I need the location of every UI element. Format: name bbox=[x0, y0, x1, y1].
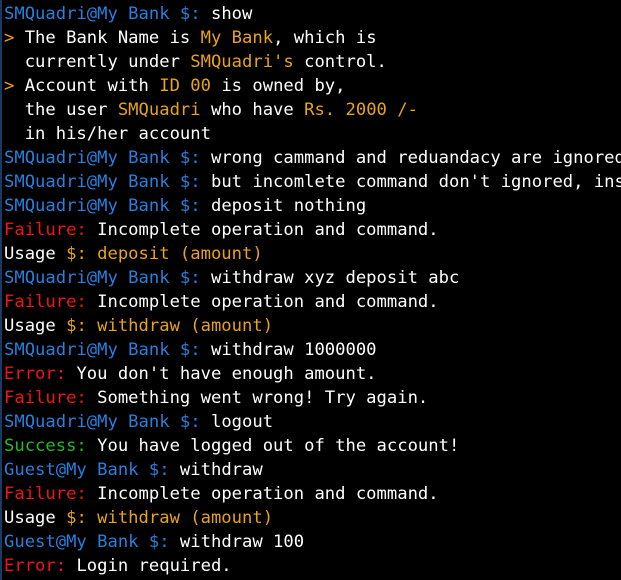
prompt-line-guest-withdraw-segment-0: Guest@My Bank $: bbox=[4, 460, 180, 480]
output-line-account-id-segment-1: Account with bbox=[24, 76, 160, 96]
prompt-line-withdraw-xyz: SMQuadri@My Bank $: withdraw xyz deposit… bbox=[4, 266, 621, 290]
success-line-logout: Success: You have logged out of the acco… bbox=[4, 434, 621, 458]
failure-line-deposit-segment-1: Incomplete operation and command. bbox=[97, 220, 439, 240]
error-line-insufficient-funds-segment-0: Error: bbox=[4, 364, 77, 384]
failure-line-guest-withdraw-segment-1: Incomplete operation and command. bbox=[97, 484, 439, 504]
output-line-account-balance-segment-3: Rs. 2000 /- bbox=[304, 100, 418, 120]
prompt-line-show: SMQuadri@My Bank $: show bbox=[4, 2, 621, 26]
success-line-logout-segment-0: Success: bbox=[4, 436, 98, 456]
failure-line-withdraw-xyz-segment-1: Incomplete operation and command. bbox=[97, 292, 439, 312]
output-line-account-id-segment-3: is owned by, bbox=[210, 76, 346, 96]
usage-line-deposit: Usage $: deposit (amount) bbox=[4, 242, 621, 266]
usage-line-withdraw: Usage $: withdraw (amount) bbox=[4, 314, 621, 338]
output-line-account-suffix-segment-0: in his/her account bbox=[4, 124, 211, 144]
prompt-line-show-segment-0: SMQuadri@My Bank $: bbox=[4, 4, 211, 24]
prompt-line-deposit-nothing-segment-0: SMQuadri@My Bank $: bbox=[4, 196, 211, 216]
output-line-bank-owner-segment-0: currently under bbox=[4, 52, 191, 72]
prompt-line-incomplete-note: SMQuadri@My Bank $: but incomlete comman… bbox=[4, 170, 621, 194]
usage-line-guest-withdraw: Usage $: withdraw (amount) bbox=[4, 506, 621, 530]
error-line-login-required-segment-1: Login required. bbox=[76, 556, 232, 576]
usage-line-deposit-segment-1: $: deposit (amount) bbox=[66, 244, 263, 264]
output-line-bank-owner: currently under SMQuadri's control. bbox=[4, 50, 621, 74]
terminal-window[interactable]: SMQuadri@My Bank $: show > The Bank Name … bbox=[0, 0, 621, 580]
usage-line-withdraw-segment-0: Usage bbox=[4, 316, 67, 336]
prompt-line-withdraw-xyz-segment-0: SMQuadri@My Bank $: bbox=[4, 268, 211, 288]
failure-line-withdraw-large: Failure: Something went wrong! Try again… bbox=[4, 386, 621, 410]
output-line-bank-name-segment-3: , which is bbox=[273, 28, 377, 48]
prompt-line-incomplete-note-segment-0: SMQuadri@My Bank $: bbox=[4, 172, 211, 192]
failure-line-deposit: Failure: Incomplete operation and comman… bbox=[4, 218, 621, 242]
failure-line-withdraw-xyz-segment-0: Failure: bbox=[4, 292, 98, 312]
prompt-line-guest-withdraw-segment-1: withdraw bbox=[179, 460, 263, 480]
success-line-logout-segment-1: You have logged out of the account! bbox=[97, 436, 460, 456]
usage-line-guest-withdraw-segment-1: $: withdraw (amount) bbox=[66, 508, 274, 528]
prompt-line-logout: SMQuadri@My Bank $: logout bbox=[4, 410, 621, 434]
error-line-login-required: Error: Login required. bbox=[4, 554, 621, 578]
prompt-line-wrong-command-segment-0: SMQuadri@My Bank $: bbox=[4, 148, 211, 168]
output-line-bank-name: > The Bank Name is My Bank, which is bbox=[4, 26, 621, 50]
prompt-line-guest-withdraw-100: Guest@My Bank $: withdraw 100 bbox=[4, 530, 621, 554]
output-line-bank-name-segment-0: > bbox=[4, 28, 25, 48]
output-line-account-id-segment-0: > bbox=[4, 76, 25, 96]
error-line-insufficient-funds: Error: You don't have enough amount. bbox=[4, 362, 621, 386]
failure-line-withdraw-large-segment-1: Something went wrong! Try again. bbox=[97, 388, 429, 408]
prompt-line-withdraw-large: SMQuadri@My Bank $: withdraw 1000000 bbox=[4, 338, 621, 362]
output-line-bank-owner-segment-1: SMQuadri's bbox=[190, 52, 294, 72]
failure-line-deposit-segment-0: Failure: bbox=[4, 220, 98, 240]
prompt-line-guest-withdraw-100-segment-1: withdraw 100 bbox=[179, 532, 305, 552]
error-line-login-required-segment-0: Error: bbox=[4, 556, 77, 576]
output-line-bank-name-segment-1: The Bank Name is bbox=[24, 28, 201, 48]
failure-line-guest-withdraw: Failure: Incomplete operation and comman… bbox=[4, 482, 621, 506]
failure-line-withdraw-xyz: Failure: Incomplete operation and comman… bbox=[4, 290, 621, 314]
output-line-bank-owner-segment-2: control. bbox=[293, 52, 387, 72]
prompt-line-deposit-nothing: SMQuadri@My Bank $: deposit nothing bbox=[4, 194, 621, 218]
output-line-account-balance-segment-1: SMQuadri bbox=[117, 100, 201, 120]
failure-line-guest-withdraw-segment-0: Failure: bbox=[4, 484, 98, 504]
prompt-line-guest-withdraw: Guest@My Bank $: withdraw bbox=[4, 458, 621, 482]
usage-line-withdraw-segment-1: $: withdraw (amount) bbox=[66, 316, 274, 336]
output-line-bank-name-segment-2: My Bank bbox=[200, 28, 274, 48]
prompt-line-guest-withdraw-100-segment-0: Guest@My Bank $: bbox=[4, 532, 180, 552]
usage-line-guest-withdraw-segment-0: Usage bbox=[4, 508, 67, 528]
usage-line-deposit-segment-0: Usage bbox=[4, 244, 67, 264]
prompt-line-logout-segment-0: SMQuadri@My Bank $: bbox=[4, 412, 211, 432]
prompt-line-withdraw-large-segment-0: SMQuadri@My Bank $: bbox=[4, 340, 211, 360]
prompt-line-deposit-nothing-segment-1: deposit nothing bbox=[210, 196, 367, 216]
prompt-line-withdraw-xyz-segment-1: withdraw xyz deposit abc bbox=[210, 268, 460, 288]
prompt-line-withdraw-large-segment-1: withdraw 1000000 bbox=[210, 340, 377, 360]
output-line-account-id-segment-2: ID 00 bbox=[159, 76, 211, 96]
prompt-line-wrong-command-segment-1: wrong cammand and reduandacy are ignored bbox=[210, 148, 621, 168]
prompt-line-show-segment-1: show bbox=[210, 4, 253, 24]
failure-line-withdraw-large-segment-0: Failure: bbox=[4, 388, 98, 408]
error-line-insufficient-funds-segment-1: You don't have enough amount. bbox=[76, 364, 377, 384]
output-line-account-balance-segment-0: the user bbox=[4, 100, 118, 120]
output-line-account-id: > Account with ID 00 is owned by, bbox=[4, 74, 621, 98]
prompt-line-incomplete-note-segment-1: but incomlete command don't ignored, ins… bbox=[210, 172, 621, 192]
prompt-line-wrong-command: SMQuadri@My Bank $: wrong cammand and re… bbox=[4, 146, 621, 170]
output-line-account-balance: the user SMQuadri who have Rs. 2000 /- bbox=[4, 98, 621, 122]
output-line-account-suffix: in his/her account bbox=[4, 122, 621, 146]
output-line-account-balance-segment-2: who have bbox=[200, 100, 305, 120]
prompt-line-logout-segment-1: logout bbox=[210, 412, 274, 432]
terminal-screen[interactable]: SMQuadri@My Bank $: show > The Bank Name … bbox=[2, 0, 621, 580]
